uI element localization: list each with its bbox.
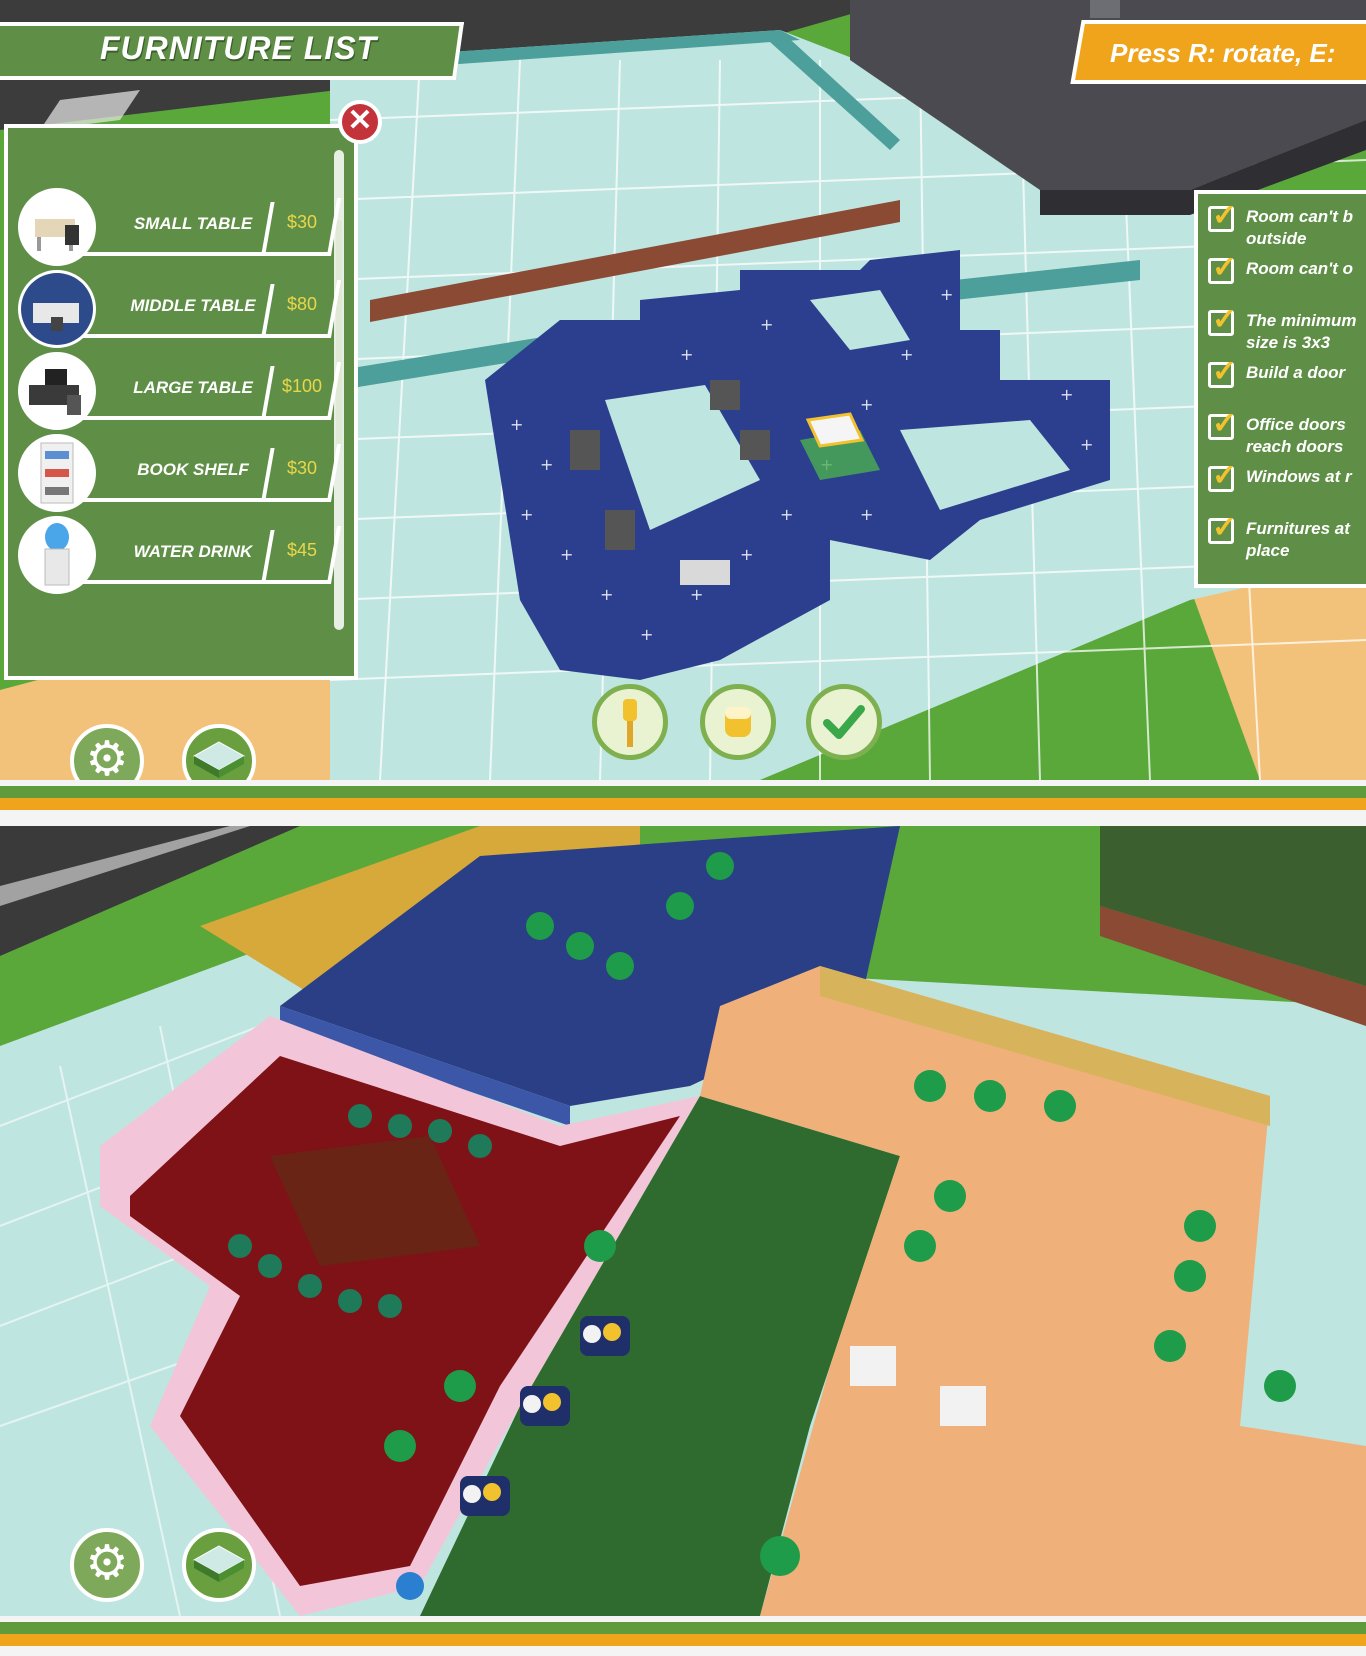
large-table-thumbnail — [18, 352, 96, 430]
svg-text:+: + — [520, 505, 533, 524]
svg-text:+: + — [1080, 435, 1093, 454]
middle-table-thumbnail — [18, 270, 96, 348]
furniture-item-name: LARGE TABLE — [133, 378, 253, 397]
divider — [0, 1622, 1366, 1634]
checkmark-icon: ✓ — [1212, 206, 1238, 232]
close-icon[interactable]: ✕ — [338, 100, 382, 144]
divider — [0, 810, 1366, 826]
checklist-item: ✓ Room can't o — [1208, 258, 1366, 304]
svg-text:+: + — [540, 455, 553, 474]
checkmark-icon — [823, 705, 865, 739]
checkmark-icon: ✓ — [1212, 362, 1238, 388]
small-table-thumbnail — [18, 188, 96, 266]
svg-text:+: + — [780, 505, 793, 524]
book-shelf-thumbnail — [18, 434, 96, 512]
confirm-button[interactable] — [806, 684, 882, 760]
furniture-item-middle-table[interactable]: MIDDLE TABLE $80 — [18, 270, 342, 350]
svg-text:+: + — [1060, 385, 1073, 404]
furniture-item-water-drink[interactable]: WATER DRINK $45 — [18, 516, 342, 596]
furniture-item-name: MIDDLE TABLE — [130, 296, 256, 315]
hint-text: Press R: rotate, E: — [1110, 38, 1336, 68]
eraser-icon — [725, 707, 751, 737]
svg-text:+: + — [600, 585, 613, 604]
checkmark-icon: ✓ — [1212, 466, 1238, 492]
checklist-item: ✓ Windows at r — [1208, 466, 1366, 512]
svg-text:+: + — [510, 415, 523, 434]
divider — [0, 798, 1366, 810]
checklist-item: ✓ Furnitures at place — [1208, 518, 1366, 564]
gear-icon[interactable]: ⚙ — [70, 1528, 144, 1602]
checklist-item: ✓ Office doors reach doors — [1208, 414, 1366, 460]
svg-text:+: + — [940, 285, 953, 304]
checkmark-icon: ✓ — [1212, 310, 1238, 336]
furniture-item-name: BOOK SHELF — [137, 460, 249, 479]
furniture-item-small-table[interactable]: SMALL TABLE $30 — [18, 188, 342, 268]
divider — [0, 786, 1366, 798]
svg-text:+: + — [900, 345, 913, 364]
divider — [0, 1646, 1366, 1656]
furniture-item-price: $30 — [286, 212, 318, 232]
furniture-item-price: $45 — [286, 540, 318, 560]
paint-brush-button[interactable] — [592, 684, 668, 760]
svg-text:+: + — [760, 315, 773, 334]
svg-text:+: + — [860, 395, 873, 414]
svg-text:+: + — [680, 345, 693, 364]
office-scene[interactable] — [0, 826, 1366, 1616]
furniture-item-name: SMALL TABLE — [133, 214, 253, 233]
build-mode-view: +++ +++ +++ +++ +++ +++ FURNITURE LIST ✕ — [0, 0, 1366, 780]
eraser-button[interactable] — [700, 684, 776, 760]
paint-brush-icon — [623, 699, 637, 747]
office-view: ⚙ — [0, 826, 1366, 1616]
svg-text:+: + — [560, 545, 573, 564]
furniture-item-price: $100 — [281, 376, 323, 396]
svg-text:+: + — [740, 545, 753, 564]
checkmark-icon: ✓ — [1212, 258, 1238, 284]
checklist-item: ✓ Room can't b outside — [1208, 206, 1366, 252]
checklist-item: ✓ The minimum size is 3x3 — [1208, 310, 1366, 356]
checkmark-icon: ✓ — [1212, 518, 1238, 544]
furniture-item-price: $30 — [286, 458, 318, 478]
water-drink-thumbnail — [18, 516, 96, 594]
furniture-item-name: WATER DRINK — [133, 542, 253, 561]
scrollbar-thumb[interactable] — [336, 220, 342, 450]
floor-tile-icon[interactable] — [182, 1528, 256, 1602]
divider — [0, 1634, 1366, 1646]
furniture-item-large-table[interactable]: LARGE TABLE $100 — [18, 352, 342, 432]
svg-text:+: + — [640, 625, 653, 644]
svg-text:+: + — [860, 505, 873, 524]
checklist-item: ✓ Build a door — [1208, 362, 1366, 408]
checkmark-icon: ✓ — [1212, 414, 1238, 440]
furniture-item-book-shelf[interactable]: BOOK SHELF $30 — [18, 434, 342, 514]
furniture-item-price: $80 — [286, 294, 318, 314]
svg-text:+: + — [690, 585, 703, 604]
furniture-list-title: FURNITURE LIST — [100, 30, 378, 66]
